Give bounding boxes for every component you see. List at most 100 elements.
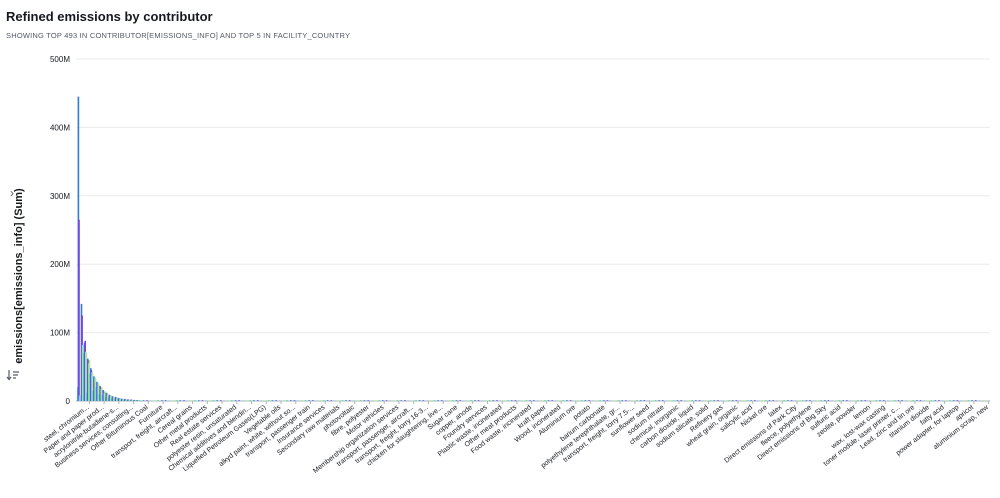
bar[interactable]: [179, 400, 182, 401]
bar[interactable]: [481, 400, 484, 401]
bar[interactable]: [507, 400, 509, 401]
bar[interactable]: [930, 400, 933, 401]
bar[interactable]: [835, 400, 837, 401]
bar[interactable]: [341, 400, 344, 401]
bar[interactable]: [533, 400, 535, 401]
bar[interactable]: [868, 400, 870, 401]
bar[interactable]: [264, 400, 266, 401]
bar[interactable]: [463, 400, 465, 401]
bar[interactable]: [967, 400, 970, 401]
bar[interactable]: [256, 400, 259, 401]
bar[interactable]: [234, 400, 237, 401]
bar[interactable]: [293, 400, 296, 401]
bar[interactable]: [790, 400, 793, 401]
bar[interactable]: [864, 400, 867, 401]
bar[interactable]: [278, 400, 281, 401]
bar[interactable]: [242, 400, 244, 401]
bar[interactable]: [407, 400, 410, 401]
bar[interactable]: [680, 400, 682, 401]
bar[interactable]: [429, 400, 432, 401]
bar[interactable]: [404, 400, 406, 401]
bar[interactable]: [518, 400, 520, 401]
bar[interactable]: [978, 400, 981, 401]
bar[interactable]: [503, 400, 506, 401]
bar[interactable]: [831, 400, 833, 401]
bar[interactable]: [636, 400, 638, 401]
bar[interactable]: [337, 400, 340, 401]
bar[interactable]: [297, 400, 299, 401]
bar[interactable]: [569, 400, 572, 401]
bar[interactable]: [492, 400, 495, 401]
bar[interactable]: [455, 400, 458, 401]
bar[interactable]: [348, 400, 351, 401]
bar[interactable]: [536, 400, 539, 401]
bar[interactable]: [289, 400, 292, 401]
bar[interactable]: [916, 400, 918, 401]
bar[interactable]: [514, 400, 517, 401]
bar[interactable]: [562, 400, 565, 401]
bar[interactable]: [691, 400, 693, 401]
bar[interactable]: [603, 400, 605, 401]
bar[interactable]: [275, 400, 277, 401]
bar[interactable]: [879, 400, 881, 401]
bar[interactable]: [437, 400, 439, 401]
bar[interactable]: [934, 400, 937, 401]
bar[interactable]: [687, 400, 690, 401]
bar[interactable]: [197, 400, 200, 401]
bar[interactable]: [871, 400, 874, 401]
bar[interactable]: [823, 400, 826, 401]
bar[interactable]: [345, 400, 347, 401]
bar[interactable]: [172, 400, 174, 401]
bar[interactable]: [227, 400, 229, 401]
bar[interactable]: [201, 400, 204, 401]
bar[interactable]: [378, 400, 380, 401]
bar[interactable]: [809, 400, 811, 401]
bar[interactable]: [161, 400, 163, 401]
bar[interactable]: [617, 400, 620, 401]
bar[interactable]: [521, 400, 524, 401]
bar[interactable]: [731, 400, 734, 401]
bar[interactable]: [301, 400, 303, 401]
bar[interactable]: [418, 400, 421, 401]
bar[interactable]: [713, 400, 716, 401]
bar[interactable]: [566, 400, 568, 401]
bar[interactable]: [194, 400, 196, 401]
bar[interactable]: [422, 400, 425, 401]
bar[interactable]: [415, 400, 417, 401]
bar[interactable]: [853, 400, 856, 401]
bar[interactable]: [820, 400, 822, 401]
bar[interactable]: [510, 400, 513, 401]
bar[interactable]: [647, 400, 649, 401]
bar[interactable]: [474, 400, 476, 401]
bar[interactable]: [846, 400, 848, 401]
bar[interactable]: [974, 400, 977, 401]
bar[interactable]: [139, 400, 141, 401]
bar[interactable]: [525, 400, 528, 401]
bar[interactable]: [923, 400, 925, 401]
bar[interactable]: [842, 400, 844, 401]
bar[interactable]: [941, 400, 944, 401]
bar[interactable]: [893, 400, 896, 401]
bar[interactable]: [971, 400, 973, 401]
bar[interactable]: [363, 400, 366, 401]
bar[interactable]: [477, 400, 480, 401]
bar[interactable]: [812, 400, 815, 401]
bar[interactable]: [904, 400, 907, 401]
bar[interactable]: [547, 400, 550, 401]
bar[interactable]: [216, 400, 218, 401]
bar[interactable]: [794, 400, 797, 401]
bar[interactable]: [787, 400, 789, 401]
bar[interactable]: [496, 400, 498, 401]
bar[interactable]: [882, 400, 885, 401]
bar[interactable]: [529, 400, 531, 401]
bar[interactable]: [750, 400, 752, 401]
bar[interactable]: [186, 400, 189, 401]
bar[interactable]: [164, 400, 167, 401]
bar[interactable]: [308, 400, 310, 401]
bar[interactable]: [426, 400, 428, 401]
bar[interactable]: [632, 400, 635, 401]
bar[interactable]: [452, 400, 454, 401]
bar[interactable]: [470, 400, 473, 401]
bar[interactable]: [382, 400, 384, 401]
bar[interactable]: [672, 400, 675, 401]
